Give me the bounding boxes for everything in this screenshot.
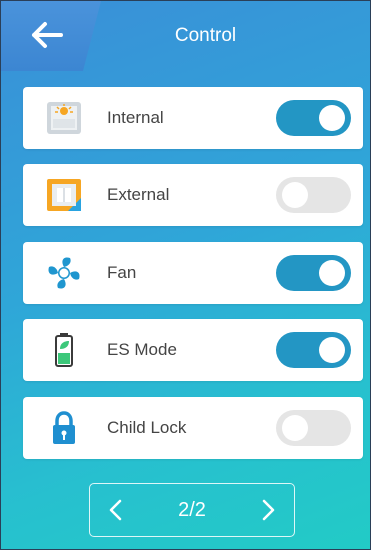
page-indicator: 2/2 (178, 499, 206, 521)
fan-icon (48, 257, 80, 289)
control-label-external: External (107, 185, 170, 204)
page-title: Control (174, 25, 237, 46)
control-row-external: External (23, 164, 363, 226)
es-mode-toggle[interactable] (276, 332, 351, 368)
toggle-knob (282, 415, 308, 441)
fan-toggle[interactable] (276, 255, 351, 291)
control-screen: Control Internal External Fan ES Mode Ch… (0, 0, 371, 550)
control-label-child-lock: Child Lock (107, 418, 187, 437)
internal-heater-icon (47, 102, 81, 134)
header: Control (1, 1, 370, 71)
external-heater-icon (47, 179, 81, 211)
arrow-left-icon (32, 22, 63, 48)
child-lock-toggle[interactable] (276, 410, 351, 446)
control-label-internal: Internal (107, 108, 164, 127)
battery-leaf-icon (55, 333, 73, 367)
chevron-left-icon[interactable] (104, 497, 128, 523)
toggle-knob (319, 105, 345, 131)
control-row-internal: Internal (23, 87, 363, 149)
back-button[interactable] (1, 1, 101, 71)
toggle-knob (319, 260, 345, 286)
toggle-knob (319, 337, 345, 363)
control-row-child-lock: Child Lock (23, 397, 363, 459)
control-row-es-mode: ES Mode (23, 319, 363, 381)
control-label-fan: Fan (107, 263, 137, 282)
pagination: 2/2 (89, 483, 295, 537)
control-row-fan: Fan (23, 242, 363, 304)
chevron-right-icon[interactable] (256, 497, 280, 523)
internal-toggle[interactable] (276, 100, 351, 136)
external-toggle[interactable] (276, 177, 351, 213)
control-label-es-mode: ES Mode (107, 340, 177, 359)
lock-icon (53, 411, 75, 444)
toggle-knob (282, 182, 308, 208)
